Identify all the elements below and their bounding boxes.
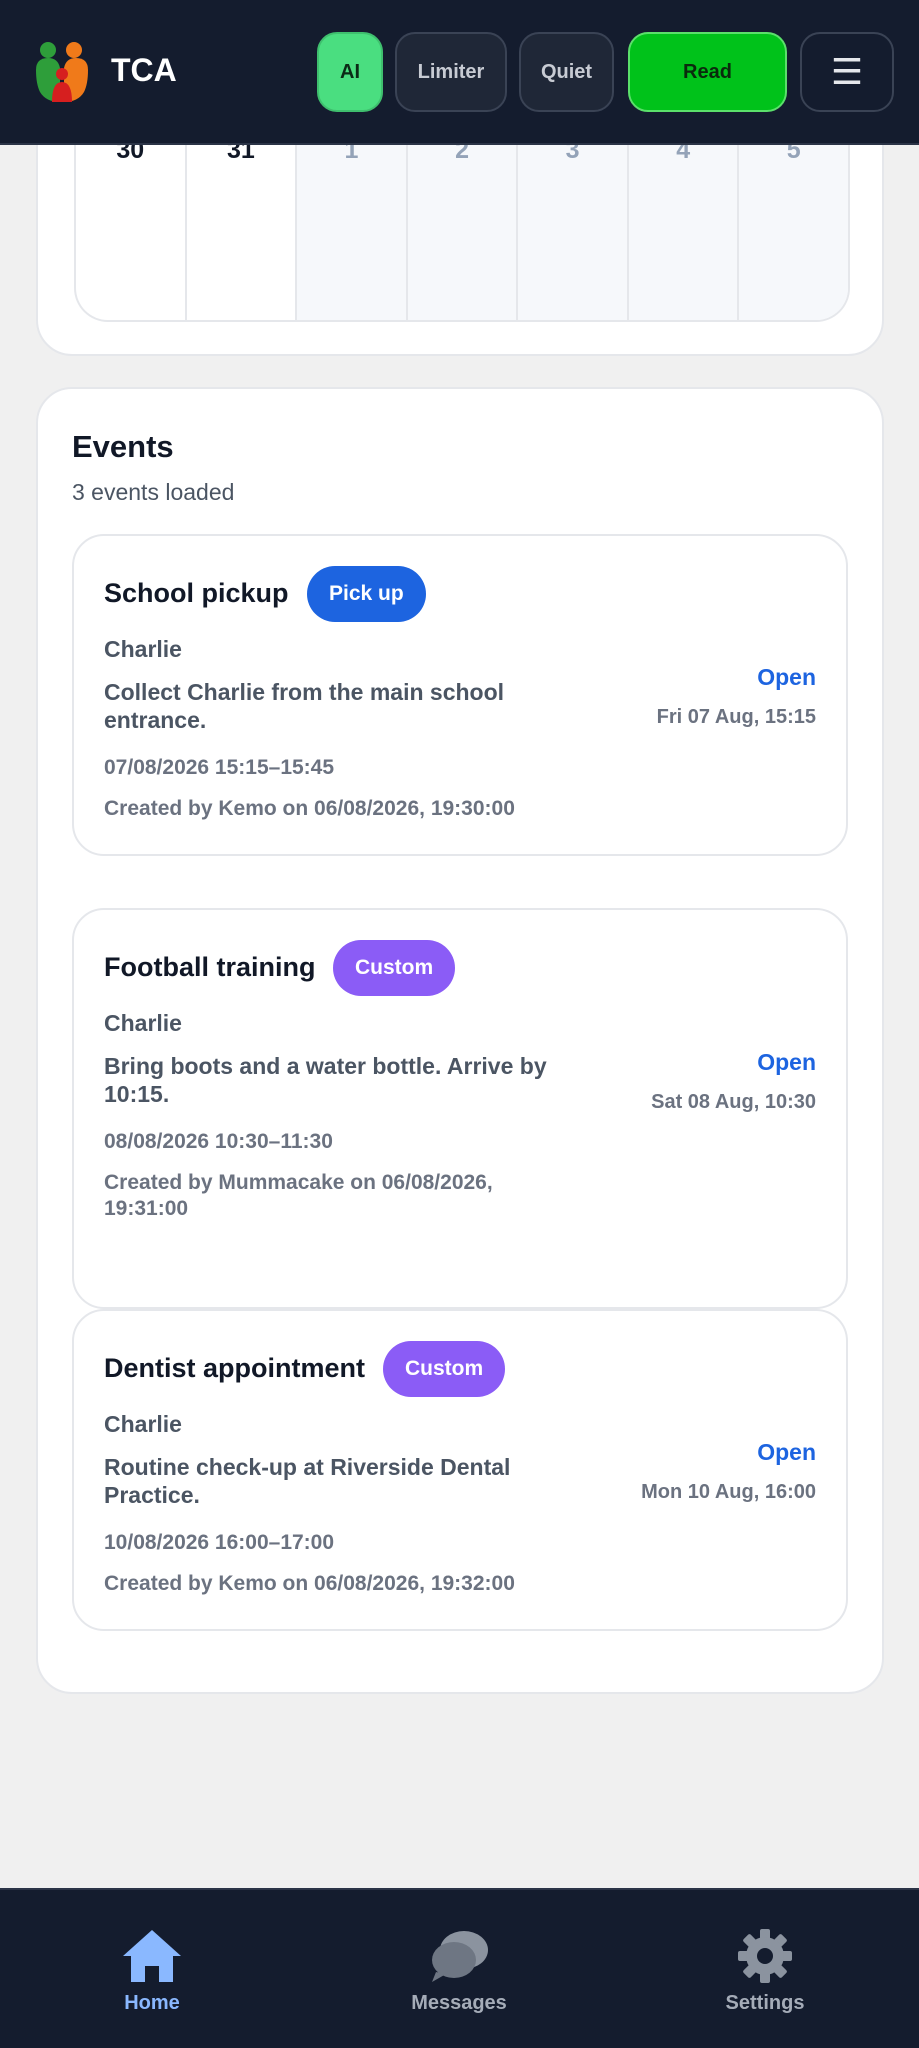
menu-button[interactable]: ☰ <box>800 32 894 112</box>
event-description: Routine check-up at Riverside Dental Pra… <box>104 1454 511 1508</box>
event-title: Football training <box>104 952 316 982</box>
nav-settings-label: Settings <box>725 1992 805 2014</box>
bottom-navigation: Home Messages Settings <box>0 1888 919 2048</box>
events-heading: Events <box>72 429 174 464</box>
nav-home[interactable]: Home <box>52 1890 252 2048</box>
nav-messages-label: Messages <box>411 1992 507 2014</box>
event-child: Charlie <box>104 1010 182 1036</box>
event-type-badge: Pick up <box>307 566 426 622</box>
read-toggle-button[interactable]: Read <box>628 32 787 112</box>
event-type-badge: Custom <box>333 940 456 996</box>
nav-home-label: Home <box>124 1992 180 2014</box>
events-card: Events 3 events loaded School pickup Pic… <box>36 387 884 1694</box>
event-date: Fri 07 Aug, 15:15 <box>656 706 816 728</box>
nav-settings[interactable]: Settings <box>665 1890 865 2048</box>
event-time-range: 10/08/2026 16:00–17:00 <box>104 1531 335 1554</box>
event-title: Dentist appointment <box>104 1353 365 1383</box>
event-date: Mon 10 Aug, 16:00 <box>641 1481 816 1503</box>
event-created-by: Created by Mummacake on 06/08/2026, 19:3… <box>104 1171 493 1220</box>
event-title: School pickup <box>104 578 289 608</box>
event-child: Charlie <box>104 636 182 662</box>
event-created-by: Created by Kemo on 06/08/2026, 19:30:00 <box>104 797 515 820</box>
event-child: Charlie <box>104 1411 182 1437</box>
event-item[interactable]: School pickup Pick up Charlie Collect Ch… <box>72 534 848 856</box>
family-logo-icon <box>36 42 88 102</box>
app-title: TCA <box>111 52 177 88</box>
event-time-range: 07/08/2026 15:15–15:45 <box>104 756 335 779</box>
event-time-range: 08/08/2026 10:30–11:30 <box>104 1130 333 1153</box>
event-created-by: Created by Kemo on 06/08/2026, 19:32:00 <box>104 1572 515 1595</box>
messages-icon <box>432 1931 488 1982</box>
event-status-link[interactable]: Open <box>757 1049 816 1076</box>
event-type-badge: Custom <box>383 1341 506 1397</box>
gear-icon <box>738 1929 792 1983</box>
event-item[interactable]: Dentist appointment Custom Charlie Routi… <box>72 1309 848 1631</box>
event-status-link[interactable]: Open <box>757 664 816 691</box>
event-description: Collect Charlie from the main school ent… <box>104 679 505 733</box>
home-icon <box>123 1930 181 1982</box>
event-status-link[interactable]: Open <box>757 1439 816 1466</box>
limiter-toggle-button[interactable]: Limiter <box>395 32 507 112</box>
ai-toggle-button[interactable]: AI <box>317 32 383 112</box>
event-item[interactable]: Football training Custom Charlie Bring b… <box>72 908 848 1309</box>
events-count: 3 events loaded <box>72 479 235 505</box>
nav-messages[interactable]: Messages <box>359 1890 559 2048</box>
event-date: Sat 08 Aug, 10:30 <box>651 1091 816 1113</box>
event-description: Bring boots and a water bottle. Arrive b… <box>104 1053 547 1107</box>
quiet-toggle-button[interactable]: Quiet <box>519 32 614 112</box>
app-header: TCA AI Limiter Quiet Read ☰ <box>0 0 919 145</box>
